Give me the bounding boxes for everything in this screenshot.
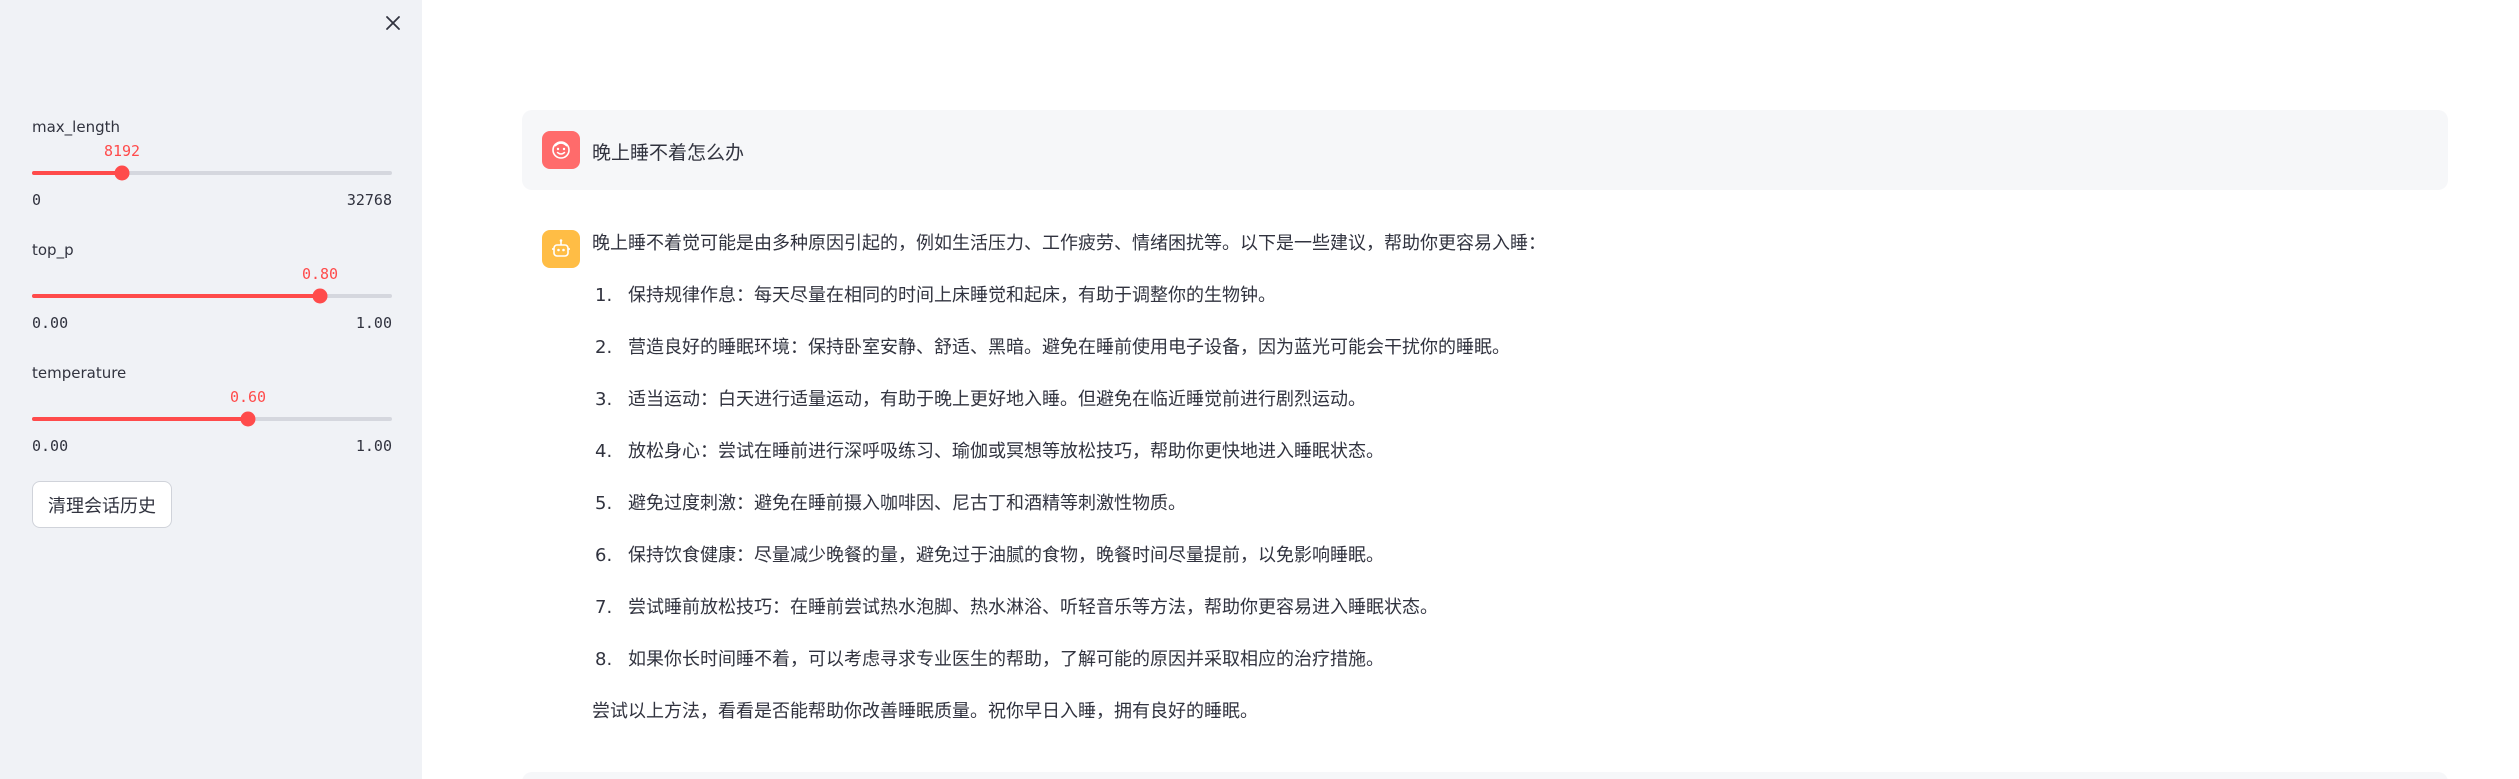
- slider-temperature: temperature 0.60 0.00 1.00: [32, 364, 392, 464]
- user-message: 晚上睡不着怎么办: [522, 110, 2448, 190]
- slider-label: temperature: [32, 364, 127, 382]
- assistant-message-body: 晚上睡不着觉可能是由多种原因引起的，例如生活压力、工作疲劳、情绪困扰等。以下是一…: [592, 232, 2392, 724]
- slider-fill: [32, 417, 248, 421]
- list-item-number: 3.: [595, 389, 613, 410]
- list-item-text: 营造良好的睡眠环境：保持卧室安静、舒适、黑暗。避免在睡前使用电子设备，因为蓝光可…: [628, 337, 1510, 358]
- list-item-number: 8.: [595, 649, 613, 670]
- slider-track[interactable]: [32, 411, 392, 427]
- list-item-number: 4.: [595, 441, 613, 462]
- clear-history-button[interactable]: 清理会话历史: [32, 481, 172, 528]
- slider-max: 32768: [346, 191, 392, 209]
- slider-thumb[interactable]: [312, 288, 328, 304]
- slider-fill: [32, 171, 122, 175]
- list-item: 1. 保持规律作息：每天尽量在相同的时间上床睡觉和起床，有助于调整你的生物钟。: [592, 284, 2392, 336]
- list-item: 4. 放松身心：尝试在睡前进行深呼吸练习、瑜伽或冥想等放松技巧，帮助你更快地进入睡…: [592, 440, 2392, 492]
- slider-track[interactable]: [32, 288, 392, 304]
- assistant-outro: 尝试以上方法，看看是否能帮助你改善睡眠质量。祝你早日入睡，拥有良好的睡眠。: [592, 701, 1258, 722]
- list-item-number: 6.: [595, 545, 613, 566]
- slider-top-p: top_p 0.80 0.00 1.00: [32, 241, 392, 341]
- list-item: 2. 营造良好的睡眠环境：保持卧室安静、舒适、黑暗。避免在睡前使用电子设备，因为蓝…: [592, 336, 2392, 388]
- assistant-message: 晚上睡不着觉可能是由多种原因引起的，例如生活压力、工作疲劳、情绪困扰等。以下是一…: [522, 210, 2448, 750]
- slider-fill: [32, 294, 320, 298]
- list-item-text: 放松身心：尝试在睡前进行深呼吸练习、瑜伽或冥想等放松技巧，帮助你更快地进入睡眠状…: [628, 441, 1384, 462]
- slider-thumb[interactable]: [114, 165, 130, 181]
- slider-max: 1.00: [355, 437, 392, 455]
- slider-value: 0.60: [229, 388, 267, 406]
- robot-icon: [552, 239, 570, 257]
- list-item-text: 避免过度刺激：避免在睡前摄入咖啡因、尼古丁和酒精等刺激性物质。: [628, 493, 1186, 514]
- next-message-stub: [522, 772, 2448, 779]
- list-item-number: 2.: [595, 337, 613, 358]
- close-icon: [386, 16, 400, 30]
- slider-min: 0.00: [32, 437, 69, 455]
- list-item-text: 适当运动：白天进行适量运动，有助于晚上更好地入睡。但避免在临近睡觉前进行剧烈运动…: [628, 389, 1366, 410]
- list-item-text: 尝试睡前放松技巧：在睡前尝试热水泡脚、热水淋浴、听轻音乐等方法，帮助你更容易进入…: [628, 597, 1438, 618]
- list-item: 8. 如果你长时间睡不着，可以考虑寻求专业医生的帮助，了解可能的原因并采取相应的治…: [592, 648, 2392, 700]
- list-item-text: 如果你长时间睡不着，可以考虑寻求专业医生的帮助，了解可能的原因并采取相应的治疗措…: [628, 649, 1384, 670]
- slider-label: max_length: [32, 118, 120, 136]
- slider-track[interactable]: [32, 165, 392, 181]
- slider-min: 0: [32, 191, 42, 209]
- user-message-text: 晚上睡不着怎么办: [592, 142, 745, 164]
- slider-min: 0.00: [32, 314, 69, 332]
- list-item: 5. 避免过度刺激：避免在睡前摄入咖啡因、尼古丁和酒精等刺激性物质。: [592, 492, 2392, 544]
- slider-value: 0.80: [301, 265, 339, 283]
- user-avatar: [542, 131, 580, 169]
- list-item: 3. 适当运动：白天进行适量运动，有助于晚上更好地入睡。但避免在临近睡觉前进行剧烈…: [592, 388, 2392, 440]
- list-item-number: 7.: [595, 597, 613, 618]
- slider-label: top_p: [32, 241, 74, 259]
- list-item: 7. 尝试睡前放松技巧：在睡前尝试热水泡脚、热水淋浴、听轻音乐等方法，帮助你更容易…: [592, 596, 2392, 648]
- close-sidebar-button[interactable]: [380, 10, 406, 36]
- list-item-number: 5.: [595, 493, 613, 514]
- sidebar: max_length 8192 0 32768 top_p 0.80 0.00 …: [0, 0, 422, 779]
- assistant-avatar: [542, 230, 580, 268]
- list-item-text: 保持规律作息：每天尽量在相同的时间上床睡觉和起床，有助于调整你的生物钟。: [628, 285, 1276, 306]
- slider-max: 1.00: [355, 314, 392, 332]
- slider-value: 8192: [103, 142, 141, 160]
- list-item-number: 1.: [595, 285, 613, 306]
- list-item: 6. 保持饮食健康：尽量减少晚餐的量，避免过于油腻的食物，晚餐时间尽量提前，以免影…: [592, 544, 2392, 596]
- suggestion-list: 1. 保持规律作息：每天尽量在相同的时间上床睡觉和起床，有助于调整你的生物钟。 2…: [592, 284, 2392, 700]
- slider-max-length: max_length 8192 0 32768: [32, 118, 392, 218]
- slider-thumb[interactable]: [240, 411, 256, 427]
- list-item-text: 保持饮食健康：尽量减少晚餐的量，避免过于油腻的食物，晚餐时间尽量提前，以免影响睡…: [628, 545, 1384, 566]
- user-face-icon: [552, 141, 570, 159]
- assistant-intro: 晚上睡不着觉可能是由多种原因引起的，例如生活压力、工作疲劳、情绪困扰等。以下是一…: [592, 233, 1546, 254]
